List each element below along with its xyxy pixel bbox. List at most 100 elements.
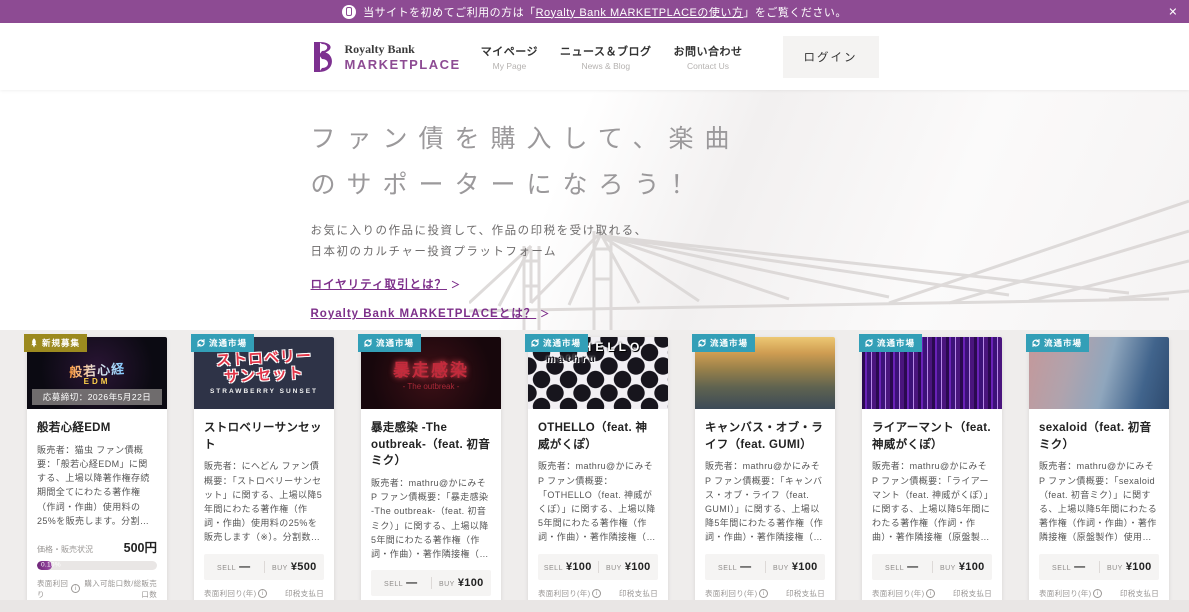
buy-half[interactable]: BUY ¥100 [765, 561, 826, 573]
card-description: 販売者：mathru@かにみそP ファン債概要：「sexaloid（feat. … [1039, 459, 1159, 544]
price-status-label: 価格・販売状況 [37, 544, 93, 555]
card-badge-label: 流通市場 [376, 337, 414, 349]
buy-label: BUY [1107, 565, 1123, 572]
info-icon[interactable]: i [71, 584, 80, 593]
sell-label: SELL [217, 565, 236, 572]
sell-value: ¥100 [566, 561, 592, 573]
site-header: Royalty Bank MARKETPLACE マイページ My Page ニ… [0, 23, 1189, 90]
fan-bond-card[interactable]: 新規募集 般若心経 EDM 応募締切：2026年5月22日 般若心経EDM 販売… [27, 337, 167, 612]
buy-label: BUY [940, 565, 956, 572]
hero-section: ファン債を購入して、楽曲のサポーターになろう！ お気に入りの作品に投資して、作品… [0, 90, 1189, 330]
notice-banner: 当サイトを初めてご利用の方は「Royalty Bank MARKETPLACEの… [0, 0, 1189, 23]
brand-sub: MARKETPLACE [345, 57, 461, 72]
yield-label: 表面利回り(年) [538, 588, 590, 599]
nav-contact[interactable]: お問い合わせ Contact Us [674, 43, 743, 71]
buy-half[interactable]: BUY ¥100 [1099, 561, 1160, 573]
sell-buy-box[interactable]: SELL — BUY ¥100 [1039, 554, 1159, 580]
bottom-strip [0, 600, 1189, 612]
hero-heading: ファン債を購入して、楽曲のサポーターになろう！ [311, 116, 771, 209]
buy-label: BUY [773, 565, 789, 572]
sell-buy-box[interactable]: SELL — BUY ¥100 [872, 554, 992, 580]
buy-half[interactable]: BUY ¥100 [431, 577, 492, 589]
nav-contact-jp: お問い合わせ [674, 43, 743, 59]
sell-half[interactable]: SELL ¥100 [538, 561, 598, 573]
card-description: 販売者：mathru@かにみそP ファン債概要：「キャンバス・オブ・ライフ（fe… [705, 459, 825, 544]
yield-label: 表面利回り(年) [1039, 588, 1091, 599]
info-icon[interactable]: i [592, 589, 601, 598]
nav-my-page[interactable]: マイページ My Page [481, 43, 538, 71]
card-title: OTHELLO（feat. 神威がくぽ） [538, 420, 658, 453]
card-badge: 流通市場 [859, 334, 922, 352]
card-badge-label: 流通市場 [209, 337, 247, 349]
card-title: 般若心経EDM [37, 420, 157, 437]
chevron-right-icon: ＞ [540, 307, 550, 320]
buy-half[interactable]: BUY ¥100 [598, 561, 659, 573]
brand-name: Royalty Bank [345, 42, 461, 57]
buy-label: BUY [272, 565, 288, 572]
card-badge: 流通市場 [1026, 334, 1089, 352]
login-button[interactable]: ログイン [783, 36, 879, 78]
sell-label: SELL [885, 565, 904, 572]
buy-half[interactable]: BUY ¥500 [264, 561, 325, 573]
guide-icon [342, 5, 356, 19]
info-icon[interactable]: i [926, 589, 935, 598]
about-marketplace-link[interactable]: Royalty Bank MARKETPLACEとは？＞ [311, 305, 879, 321]
artwork-text-1: 暴走感染 [393, 356, 469, 381]
royalty-date-label: 印税支払日 [953, 588, 992, 599]
sell-buy-box[interactable]: SELL — BUY ¥100 [705, 554, 825, 580]
fan-bond-card[interactable]: 流通市場 ライアーマント（feat. 神威がくぽ） 販売者：mathru@かにみ… [862, 337, 1002, 612]
card-description: 販売者：mathru@かにみそP ファン債概要：「OTHELLO（feat. 神… [538, 459, 658, 544]
card-description: 販売者：猫虫 ファン債概要：「般若心経EDM」に関する、上場以降著作権存続期間全… [37, 443, 157, 528]
card-body: 般若心経EDM 販売者：猫虫 ファン債概要：「般若心経EDM」に関する、上場以降… [27, 409, 167, 612]
nav-news-blog[interactable]: ニュース＆ブログ News & Blog [560, 43, 651, 71]
info-icon[interactable]: i [1093, 589, 1102, 598]
nav-my-page-en: My Page [481, 61, 538, 71]
card-title: 暴走感染 -The outbreak-（feat. 初音ミク） [371, 420, 491, 470]
buy-value: ¥100 [959, 561, 985, 573]
artwork-text-1: 般若心経 [68, 358, 125, 381]
sales-progress-label: 0.10% [41, 562, 61, 569]
fan-bond-card[interactable]: 流通市場 sexaloid（feat. 初音ミク） 販売者：mathru@かにみ… [1029, 337, 1169, 612]
fan-bond-card[interactable]: 流通市場 暴走感染 - The outbreak - 暴走感染 -The out… [361, 337, 501, 612]
sell-buy-box[interactable]: SELL — BUY ¥500 [204, 554, 324, 580]
price-value: 500円 [124, 537, 157, 556]
buy-half[interactable]: BUY ¥100 [932, 561, 993, 573]
card-description: 販売者：mathru@かにみそP ファン債概要：「ライアーマント（feat. 神… [872, 459, 992, 544]
info-icon[interactable]: i [258, 589, 267, 598]
info-icon[interactable]: i [759, 589, 768, 598]
royalty-date-label: 印税支払日 [1120, 588, 1159, 599]
card-body: sexaloid（feat. 初音ミク） 販売者：mathru@かにみそP ファ… [1029, 409, 1169, 612]
usage-guide-link[interactable]: Royalty Bank MARKETPLACEの使い方 [536, 4, 744, 20]
card-badge: 新規募集 [24, 334, 87, 352]
fan-bond-card[interactable]: 流通市場 ストロベリー サンセット STRAWBERRY SUNSET ストロベ… [194, 337, 334, 612]
buy-label: BUY [606, 565, 622, 572]
sell-buy-box[interactable]: SELL ¥100 BUY ¥100 [538, 554, 658, 580]
main-nav: マイページ My Page ニュース＆ブログ News & Blog お問い合わ… [481, 36, 879, 78]
card-badge-label: 流通市場 [877, 337, 915, 349]
royalty-trade-link[interactable]: ロイヤリティ取引とは？＞ [311, 276, 879, 292]
yield-label: 表面利回り [37, 578, 69, 600]
sell-value: — [740, 561, 751, 573]
card-title: キャンバス・オブ・ライフ（feat. GUMI） [705, 420, 825, 453]
card-badge: 流通市場 [358, 334, 421, 352]
yield-label: 表面利回り(年) [705, 588, 757, 599]
exchange-icon [697, 338, 707, 348]
sell-buy-box[interactable]: SELL — BUY ¥100 [371, 570, 491, 596]
royalty-trade-link-label: ロイヤリティ取引とは？ [311, 279, 447, 291]
sell-half[interactable]: SELL — [204, 561, 264, 573]
fan-bond-card[interactable]: 流通市場 OTHELLO mathru OTHELLO（feat. 神威がくぽ）… [528, 337, 668, 612]
card-description: 販売者：にへどん ファン債概要：「ストロベリーサンセット」に関する、上場以降5年… [204, 459, 324, 544]
logo[interactable]: Royalty Bank MARKETPLACE [311, 41, 461, 73]
sell-half[interactable]: SELL — [1039, 561, 1099, 573]
card-body: ライアーマント（feat. 神威がくぽ） 販売者：mathru@かにみそP ファ… [862, 409, 1002, 612]
close-icon[interactable]: ✕ [1168, 5, 1178, 18]
units-label: 購入可能口数/総販売口数 [80, 578, 157, 600]
exchange-icon [864, 338, 874, 348]
sell-value: — [406, 577, 417, 589]
sell-half[interactable]: SELL — [872, 561, 932, 573]
sell-half[interactable]: SELL — [705, 561, 765, 573]
exchange-icon [196, 338, 206, 348]
fan-bond-card-list: 新規募集 般若心経 EDM 応募締切：2026年5月22日 般若心経EDM 販売… [0, 330, 1189, 612]
sell-half[interactable]: SELL — [371, 577, 431, 589]
fan-bond-card[interactable]: 流通市場 キャンバス・オブ・ライフ（feat. GUMI） 販売者：mathru… [695, 337, 835, 612]
